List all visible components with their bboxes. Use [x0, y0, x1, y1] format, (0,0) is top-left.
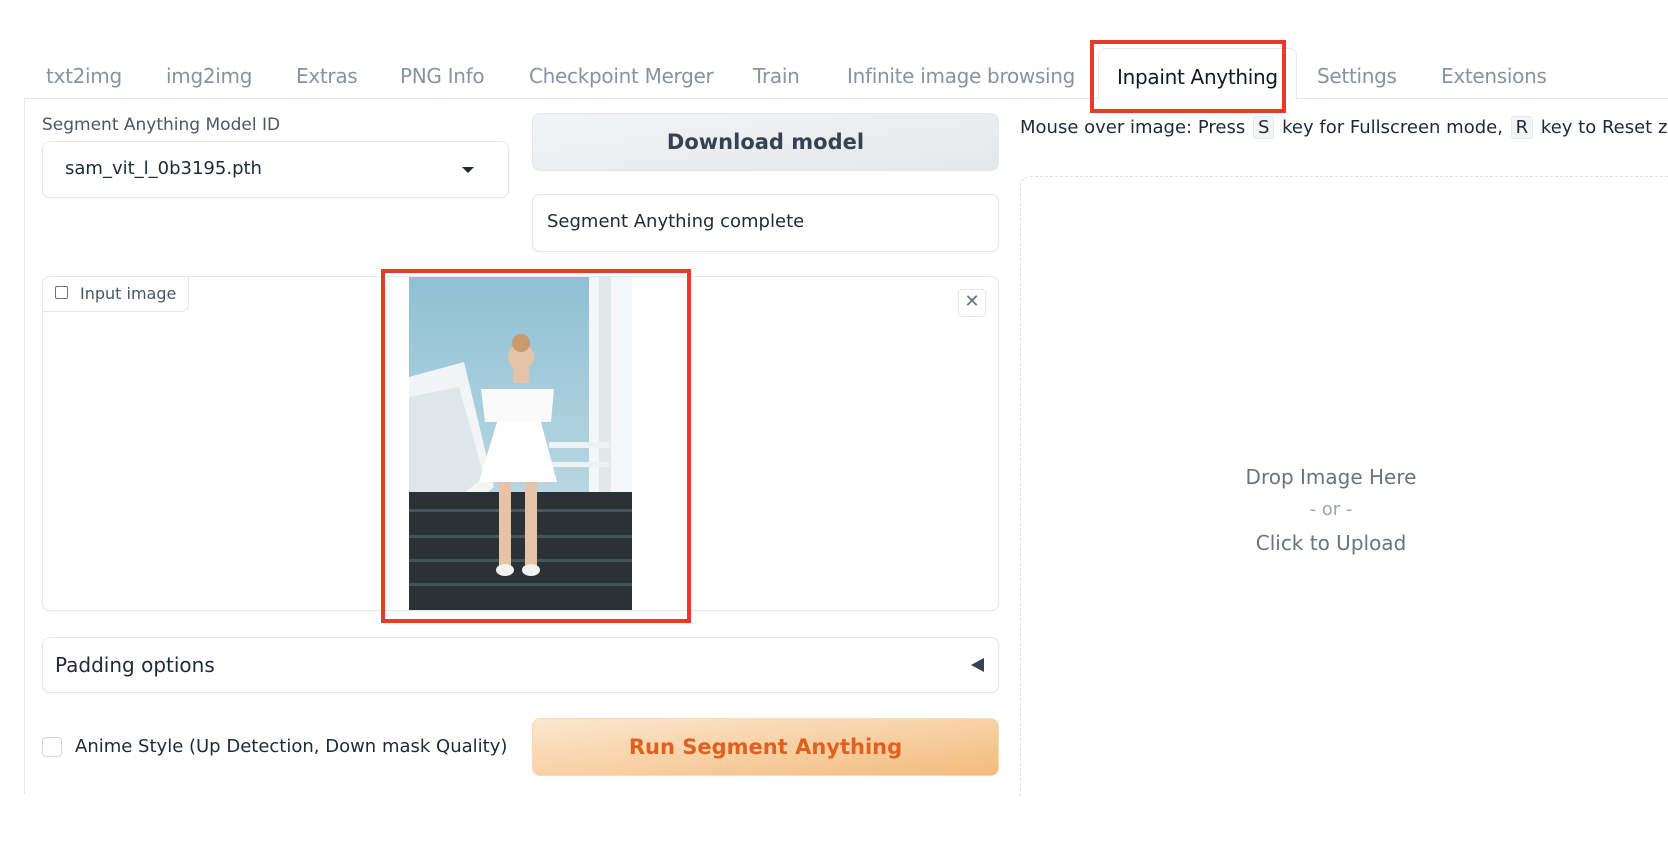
close-icon[interactable]: ✕	[958, 289, 986, 317]
tab-extensions[interactable]: Extensions	[1441, 48, 1547, 98]
input-photo	[409, 277, 632, 610]
tab-bar: txt2img img2img Extras PNG Info Checkpoi…	[24, 48, 1668, 100]
photo-woman-on-stairs	[409, 277, 632, 610]
tab-extras[interactable]: Extras	[296, 48, 358, 98]
padding-options-label: Padding options	[55, 653, 215, 677]
key-r: R	[1510, 116, 1534, 139]
model-dropdown-value: sam_vit_l_0b3195.pth	[65, 158, 262, 179]
image-drop-zone[interactable]: Drop Image Here - or - Click to Upload	[1020, 176, 1668, 796]
tab-divider	[24, 98, 1668, 99]
image-icon	[55, 286, 68, 299]
hint-prefix: Mouse over image: Press	[1020, 117, 1246, 138]
input-image-label: Input image	[43, 277, 190, 312]
download-model-button[interactable]: Download model	[532, 113, 999, 171]
keyboard-hint: Mouse over image: Press S key for Fullsc…	[1020, 116, 1668, 139]
tab-train[interactable]: Train	[753, 48, 800, 98]
status-box: Segment Anything complete	[532, 194, 999, 252]
input-image-label-text: Input image	[80, 284, 177, 303]
chevron-down-icon	[462, 167, 474, 173]
tab-settings[interactable]: Settings	[1317, 48, 1397, 98]
model-dropdown[interactable]: sam_vit_l_0b3195.pth	[42, 141, 509, 198]
tab-txt2img[interactable]: txt2img	[46, 48, 122, 98]
drop-or-text: - or -	[1309, 499, 1353, 520]
padding-options-accordion[interactable]: Padding options	[42, 637, 999, 693]
status-text: Segment Anything complete	[547, 211, 805, 232]
tab-png-info[interactable]: PNG Info	[400, 48, 485, 98]
tab-infinite-image-browsing[interactable]: Infinite image browsing	[847, 48, 1075, 98]
tab-img2img[interactable]: img2img	[166, 48, 252, 98]
run-segment-anything-button[interactable]: Run Segment Anything	[532, 718, 999, 776]
click-to-upload-text: Click to Upload	[1255, 531, 1407, 555]
tab-checkpoint-merger[interactable]: Checkpoint Merger	[529, 48, 714, 98]
hint-middle: key for Fullscreen mode,	[1282, 117, 1503, 138]
triangle-left-icon	[971, 658, 984, 672]
model-id-label: Segment Anything Model ID	[42, 115, 281, 135]
key-s: S	[1252, 116, 1275, 139]
hint-suffix: key to Reset zoom	[1540, 117, 1668, 138]
tab-inpaint-anything[interactable]: Inpaint Anything	[1098, 48, 1297, 100]
anime-style-checkbox[interactable]	[42, 737, 62, 757]
anime-style-label: Anime Style (Up Detection, Down mask Qua…	[75, 736, 508, 757]
panel-border	[24, 98, 25, 794]
drop-image-text: Drop Image Here	[1245, 465, 1417, 489]
